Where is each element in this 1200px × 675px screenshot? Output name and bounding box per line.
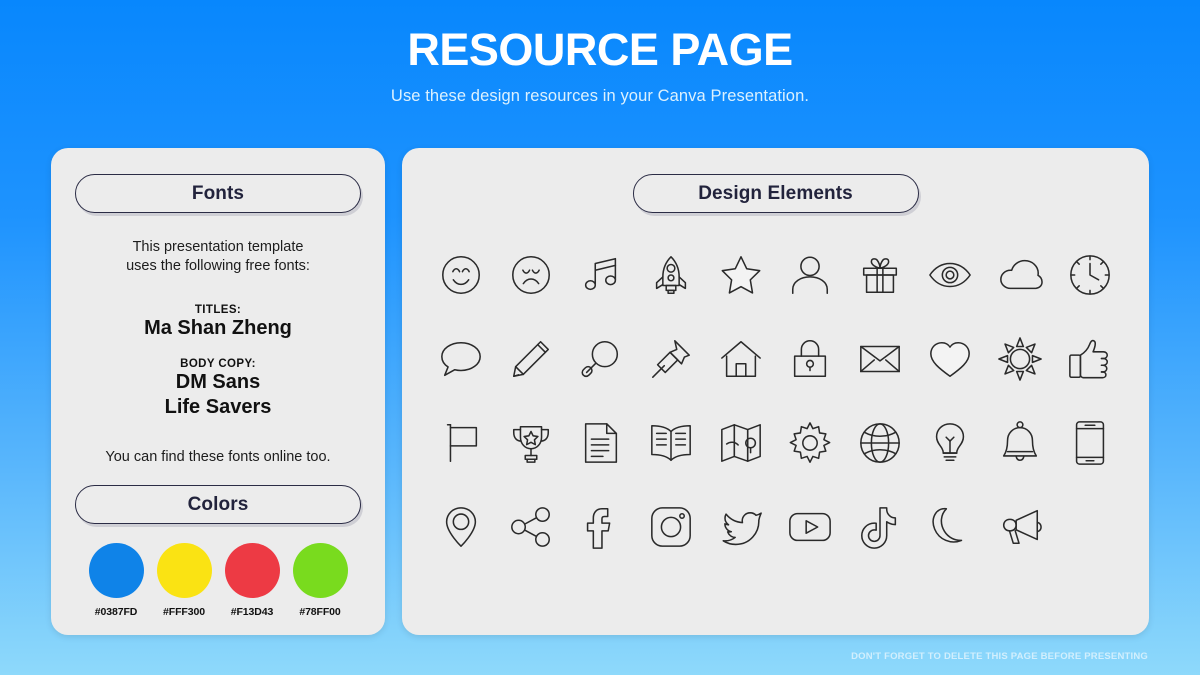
globe-icon[interactable] xyxy=(852,415,908,471)
color-swatch-dot[interactable] xyxy=(156,543,212,599)
color-swatch-dot[interactable] xyxy=(292,543,348,599)
music-note-icon[interactable] xyxy=(573,247,629,303)
trophy-icon[interactable] xyxy=(503,415,559,471)
document-icon[interactable] xyxy=(573,415,629,471)
titles-font-name: Ma Shan Zheng xyxy=(144,316,292,339)
color-swatch[interactable]: #FFF300 xyxy=(153,543,215,618)
page-subtitle: Use these design resources in your Canva… xyxy=(390,86,810,105)
facebook-icon[interactable] xyxy=(573,499,629,555)
heart-icon[interactable] xyxy=(922,331,978,387)
megaphone-icon[interactable] xyxy=(992,499,1048,555)
magnifier-icon[interactable] xyxy=(573,331,629,387)
colors-section: Colors #0387FD #FFF300 #F13D43 #78FF00 xyxy=(73,485,363,618)
titles-font-label: TITLES: xyxy=(194,303,242,316)
design-elements-heading-label: Design Elements xyxy=(698,182,853,204)
color-swatch-hex-label: #78FF00 xyxy=(299,606,341,619)
moon-icon[interactable] xyxy=(922,499,978,555)
color-swatch-hex-label: #0387FD xyxy=(94,606,138,619)
rocket-icon[interactable] xyxy=(643,247,699,303)
youtube-icon[interactable] xyxy=(782,499,838,555)
color-swatch-list: #0387FD #FFF300 #F13D43 #78FF00 xyxy=(73,543,363,618)
design-elements-heading-pill: Design Elements xyxy=(632,174,919,213)
pencil-icon[interactable] xyxy=(503,331,559,387)
thumbs-up-icon[interactable] xyxy=(1062,331,1118,387)
bell-icon[interactable] xyxy=(992,415,1048,471)
tiktok-icon[interactable] xyxy=(852,499,908,555)
design-elements-icon-grid xyxy=(426,247,1125,555)
design-elements-panel: Design Elements xyxy=(402,148,1149,635)
page-title: RESOURCE PAGE xyxy=(407,24,793,75)
color-swatch-dot[interactable] xyxy=(88,543,144,599)
envelope-icon[interactable] xyxy=(852,331,908,387)
book-icon[interactable] xyxy=(643,415,699,471)
body-font-group: BODY COPY: DM Sans Life Savers xyxy=(73,358,363,419)
phone-icon[interactable] xyxy=(1062,415,1118,471)
color-swatch-hex-label: #F13D43 xyxy=(230,606,274,619)
speech-bubble-icon[interactable] xyxy=(433,331,489,387)
lock-icon[interactable] xyxy=(782,331,838,387)
lightbulb-icon[interactable] xyxy=(922,415,978,471)
instagram-icon[interactable] xyxy=(643,499,699,555)
pushpin-icon[interactable] xyxy=(643,331,699,387)
color-swatch-dot[interactable] xyxy=(224,543,280,599)
fonts-intro-text: This presentation template uses the foll… xyxy=(73,238,363,277)
color-swatch[interactable]: #0387FD xyxy=(85,543,147,618)
gear-icon[interactable] xyxy=(782,415,838,471)
color-swatch[interactable]: #78FF00 xyxy=(289,543,351,618)
house-icon[interactable] xyxy=(713,331,769,387)
flag-icon[interactable] xyxy=(433,415,489,471)
share-icon[interactable] xyxy=(503,499,559,555)
panels-container: Fonts This presentation template uses th… xyxy=(51,148,1149,635)
fonts-heading-pill: Fonts xyxy=(75,174,361,213)
fonts-intro-line-1: This presentation template xyxy=(132,239,304,255)
location-pin-icon[interactable] xyxy=(433,499,489,555)
color-swatch[interactable]: #F13D43 xyxy=(221,543,283,618)
color-swatch-hex-label: #FFF300 xyxy=(163,606,205,619)
clock-icon[interactable] xyxy=(1062,247,1118,303)
colors-heading-label: Colors xyxy=(187,493,249,515)
twitter-icon[interactable] xyxy=(713,499,769,555)
fonts-intro-line-2: uses the following free fonts: xyxy=(126,258,310,275)
delete-page-reminder: DON'T FORGET TO DELETE THIS PAGE BEFORE … xyxy=(851,651,1148,662)
person-icon[interactable] xyxy=(782,247,838,303)
titles-font-group: TITLES: Ma Shan Zheng xyxy=(73,304,363,341)
fonts-and-colors-panel: Fonts This presentation template uses th… xyxy=(51,148,385,635)
body-font-name-1: DM Sans xyxy=(175,371,261,394)
page-header: RESOURCE PAGE Use these design resources… xyxy=(0,0,1200,106)
sun-icon[interactable] xyxy=(992,331,1048,387)
cloud-icon[interactable] xyxy=(992,247,1048,303)
body-font-name-2: Life Savers xyxy=(164,395,272,418)
eye-icon[interactable] xyxy=(922,247,978,303)
smiley-face-icon[interactable] xyxy=(433,247,489,303)
fonts-outro-text: You can find these fonts online too. xyxy=(105,449,331,466)
gift-icon[interactable] xyxy=(852,247,908,303)
map-icon[interactable] xyxy=(713,415,769,471)
sad-face-icon[interactable] xyxy=(503,247,559,303)
colors-heading-pill: Colors xyxy=(75,485,361,525)
fonts-heading-label: Fonts xyxy=(191,182,245,204)
body-font-label: BODY COPY: xyxy=(180,358,256,371)
star-icon[interactable] xyxy=(713,247,769,303)
